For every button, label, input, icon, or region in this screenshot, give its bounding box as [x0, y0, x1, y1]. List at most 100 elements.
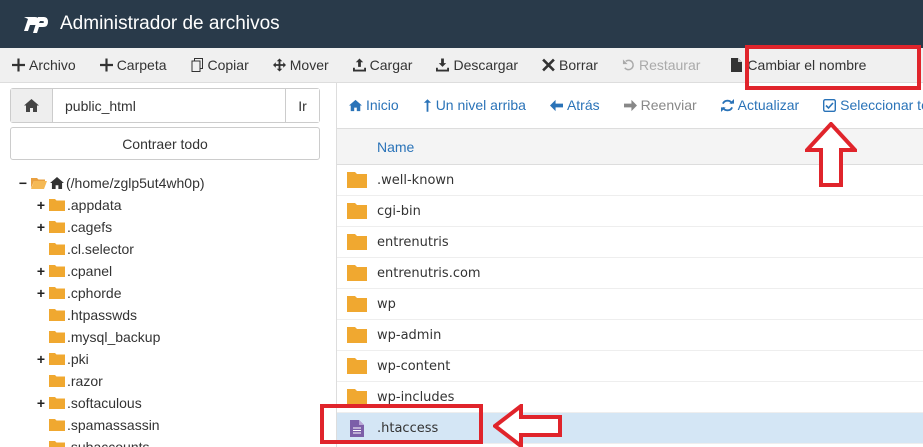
path-bar: Ir — [10, 88, 320, 123]
tree-item[interactable]: + .cpanel — [36, 260, 205, 282]
download-button[interactable]: Descargar — [424, 48, 530, 83]
tree-item[interactable]: + .pki — [36, 348, 205, 370]
folder-icon — [49, 397, 65, 409]
tree-item[interactable]: + .cphorde — [36, 282, 205, 304]
up-one-level-button[interactable]: Un nivel arriba — [411, 97, 538, 113]
file-name: cgi-bin — [377, 203, 421, 219]
tree-root[interactable]: − (/home/zglp5ut4wh0p) — [18, 172, 205, 194]
file-type-cell — [337, 234, 377, 250]
back-button[interactable]: Atrás — [538, 97, 612, 113]
expand-plus-icon[interactable]: + — [36, 351, 46, 367]
expand-plus-icon[interactable]: + — [36, 263, 46, 279]
folder-icon — [347, 203, 367, 219]
restore-button[interactable]: Restaurar — [610, 48, 712, 83]
file-row[interactable]: wp — [337, 289, 923, 320]
file-name: wp-admin — [377, 327, 442, 343]
tree-root-label: (/home/zglp5ut4wh0p) — [66, 175, 205, 191]
tree-item-label: .cagefs — [67, 219, 113, 235]
htaccess-highlight-box — [320, 404, 483, 444]
close-icon — [542, 58, 555, 72]
tree-item[interactable]: .razor — [36, 370, 205, 392]
tree-item[interactable]: + .appdata — [36, 194, 205, 216]
tree-item-label: .pki — [67, 351, 89, 367]
move-icon — [272, 58, 286, 72]
delete-button[interactable]: Borrar — [530, 48, 610, 83]
app-title: Administrador de archivos — [60, 13, 280, 34]
upload-icon — [352, 58, 366, 72]
folder-icon — [49, 265, 65, 277]
tree-item-label: .mysql_backup — [67, 329, 161, 345]
tree-item[interactable]: .subaccounts — [36, 436, 205, 447]
expand-plus-icon[interactable]: + — [36, 219, 46, 235]
title-bar: Administrador de archivos — [0, 0, 923, 48]
expand-plus-icon[interactable]: + — [36, 197, 46, 213]
folder-icon — [49, 353, 65, 365]
expand-plus-icon[interactable]: + — [36, 285, 46, 301]
file-type-cell — [337, 327, 377, 343]
go-button[interactable]: Ir — [285, 89, 319, 122]
new-folder-button[interactable]: Carpeta — [88, 48, 179, 83]
callout-arrow-up-icon — [805, 122, 857, 187]
level-up-icon — [423, 98, 431, 112]
refresh-icon — [720, 98, 734, 112]
folder-icon — [347, 265, 367, 281]
forward-button[interactable]: Reenviar — [612, 97, 709, 113]
home-path-button[interactable] — [11, 89, 53, 122]
tree-item-label: .cpanel — [67, 263, 113, 279]
file-type-cell — [337, 265, 377, 281]
file-icon — [731, 58, 743, 72]
open-folder-icon — [31, 178, 47, 189]
expand-plus-icon[interactable]: + — [36, 395, 46, 411]
collapse-expander-icon[interactable]: − — [18, 175, 28, 191]
collapse-all-button[interactable]: Contraer todo — [10, 127, 320, 160]
upload-button[interactable]: Cargar — [341, 48, 425, 83]
tree-item-label: .appdata — [67, 197, 122, 213]
directory-tree: − (/home/zglp5ut4wh0p) + .appdata + .cagefs… — [18, 172, 205, 447]
checkbox-icon — [823, 98, 837, 112]
move-button[interactable]: Mover — [261, 48, 341, 83]
home-icon — [50, 177, 64, 189]
file-row[interactable]: wp-content — [337, 351, 923, 382]
folder-icon — [347, 358, 367, 374]
folder-icon — [49, 221, 65, 233]
arrow-right-icon — [623, 99, 637, 111]
tree-item-label: .cl.selector — [67, 241, 134, 257]
file-name: .well-known — [377, 172, 455, 188]
tree-item-label: .cphorde — [67, 285, 122, 301]
tree-item-label: .subaccounts — [67, 439, 150, 447]
tree-item-label: .spamassassin — [67, 417, 160, 433]
tree-item[interactable]: .cl.selector — [36, 238, 205, 260]
file-row[interactable]: wp-admin — [337, 320, 923, 351]
refresh-button[interactable]: Actualizar — [709, 97, 811, 113]
file-row[interactable]: cgi-bin — [337, 196, 923, 227]
file-name: wp-includes — [377, 389, 455, 405]
plus-icon — [99, 58, 113, 72]
tree-item-label: .softaculous — [67, 395, 142, 411]
tree-item[interactable]: .spamassassin — [36, 414, 205, 436]
folder-icon — [49, 199, 65, 211]
new-file-button[interactable]: Archivo — [0, 48, 88, 83]
rename-highlight-box — [745, 45, 921, 90]
folder-icon — [49, 243, 65, 255]
path-input[interactable] — [53, 89, 285, 122]
file-name: entrenutris — [377, 234, 449, 250]
tree-item[interactable]: + .cagefs — [36, 216, 205, 238]
copy-button[interactable]: Copiar — [179, 48, 261, 83]
tree-item[interactable]: .htpasswds — [36, 304, 205, 326]
select-all-button[interactable]: Seleccionar todo — [811, 97, 923, 113]
home-icon — [24, 99, 39, 112]
home-icon — [349, 99, 362, 111]
tree-item[interactable]: + .softaculous — [36, 392, 205, 414]
tree-item[interactable]: .mysql_backup — [36, 326, 205, 348]
file-name: entrenutris.com — [377, 265, 481, 281]
home-button[interactable]: Inicio — [337, 97, 411, 113]
file-name: wp-content — [377, 358, 451, 374]
file-type-cell — [337, 172, 377, 188]
file-row[interactable]: entrenutris.com — [337, 258, 923, 289]
file-type-cell — [337, 358, 377, 374]
download-icon — [436, 58, 450, 72]
file-type-cell — [337, 389, 377, 405]
folder-icon — [49, 287, 65, 299]
file-type-cell — [337, 296, 377, 312]
file-row[interactable]: entrenutris — [337, 227, 923, 258]
